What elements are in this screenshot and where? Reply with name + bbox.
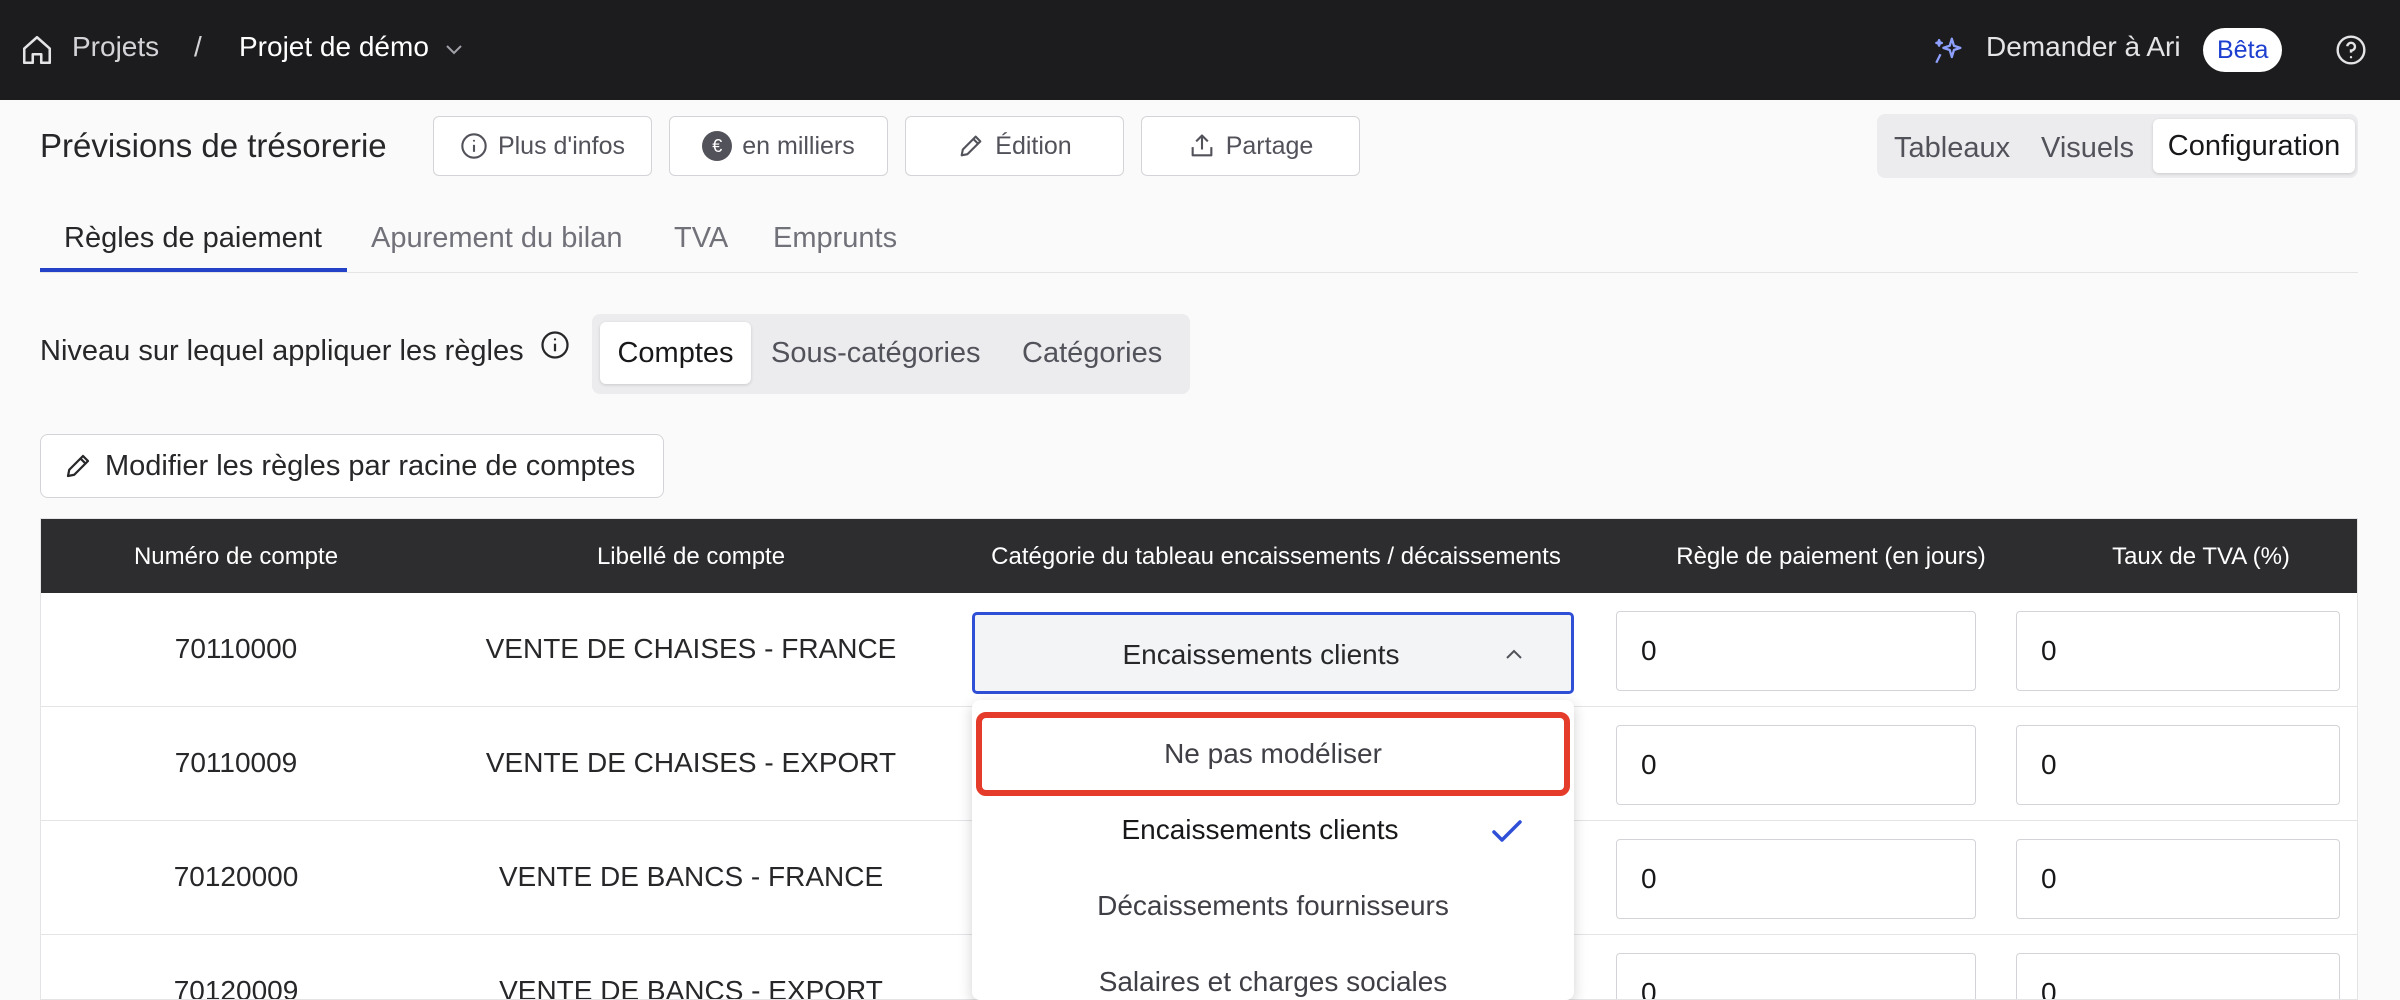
payment-days-input[interactable]: 0	[1616, 725, 1976, 805]
account-number: 70110009	[174, 747, 298, 778]
share-label: Partage	[1225, 131, 1314, 160]
table-header: Numéro de compte Libellé de compte Catég…	[41, 519, 2357, 593]
column-header-account-number: Numéro de compte	[133, 543, 339, 570]
pencil-icon	[66, 454, 90, 478]
account-label: VENTE DE BANCS - EXPORT	[499, 975, 883, 1000]
level-option-subcategories[interactable]: Sous-catégories	[771, 337, 981, 370]
vat-rate-input[interactable]: 0	[2016, 839, 2340, 919]
dropdown-option-customer-receipts[interactable]: Encaissements clients	[972, 814, 1548, 846]
ask-ari-button[interactable]: Demander à Ari	[1986, 31, 2181, 63]
pencil-icon	[960, 135, 982, 157]
account-number: 70110000	[174, 633, 298, 664]
beta-badge: Bêta	[2203, 28, 2283, 72]
tab-balance-clearing[interactable]: Apurement du bilan	[371, 222, 623, 255]
dropdown-option-salaries[interactable]: Salaires et charges sociales	[972, 966, 1574, 998]
chevron-up-icon	[1506, 649, 1522, 659]
edit-rules-by-root-button[interactable]: Modifier les règles par racine de compte…	[40, 434, 664, 498]
category-select-value: Encaissements clients	[1122, 639, 1400, 670]
vat-rate-input[interactable]: 0	[2016, 611, 2340, 691]
edit-button[interactable]: Édition	[905, 116, 1124, 176]
dropdown-option-supplier-payments[interactable]: Décaissements fournisseurs	[972, 890, 1574, 922]
dropdown-option-do-not-model[interactable]: Ne pas modéliser	[972, 738, 1574, 770]
payment-days-input[interactable]: 0	[1616, 611, 1976, 691]
currency-unit-label: en milliers	[742, 131, 855, 160]
account-number: 70120000	[173, 861, 299, 892]
check-icon	[1492, 820, 1522, 842]
account-label: VENTE DE CHAISES - FRANCE	[485, 633, 897, 664]
page-title: Prévisions de trésorerie	[40, 127, 387, 164]
payment-days-input[interactable]: 0	[1616, 953, 1976, 999]
level-option-categories[interactable]: Catégories	[1022, 337, 1162, 370]
share-icon	[1191, 134, 1213, 157]
euro-icon: €	[702, 131, 733, 161]
vat-rate-input[interactable]: 0	[2016, 953, 2340, 999]
active-tab-indicator	[40, 268, 347, 272]
more-info-button[interactable]: Plus d'infos	[433, 116, 652, 176]
category-select[interactable]: Encaissements clients	[972, 612, 1574, 694]
help-icon[interactable]	[2335, 34, 2367, 66]
top-bar: Projets / Projet de démo Demander à Ari …	[0, 0, 2400, 100]
currency-unit-button[interactable]: € en milliers	[669, 116, 888, 176]
column-header-vat-rate: Taux de TVA (%)	[2112, 543, 2290, 570]
column-header-category: Catégorie du tableau encaissements / déc…	[991, 543, 1561, 570]
sparkle-icon[interactable]	[1932, 33, 1966, 67]
tabs-divider	[40, 272, 2358, 273]
tab-vat[interactable]: TVA	[674, 222, 728, 255]
edit-rules-label: Modifier les règles par racine de compte…	[105, 449, 636, 482]
breadcrumb-separator: /	[194, 31, 202, 62]
payment-days-input[interactable]: 0	[1616, 839, 1976, 919]
chevron-down-icon[interactable]	[444, 42, 464, 56]
account-label: VENTE DE BANCS - FRANCE	[498, 861, 884, 892]
share-button[interactable]: Partage	[1141, 116, 1360, 176]
category-dropdown-menu: Ne pas modéliser Encaissements clients D…	[972, 700, 1574, 1000]
vat-rate-input[interactable]: 0	[2016, 725, 2340, 805]
home-icon[interactable]	[20, 33, 54, 67]
more-info-label: Plus d'infos	[497, 131, 626, 160]
info-icon	[461, 133, 487, 159]
tab-loans[interactable]: Emprunts	[773, 222, 897, 255]
view-tab-visuals[interactable]: Visuels	[2041, 132, 2134, 165]
level-option-accounts[interactable]: Comptes	[600, 322, 751, 384]
breadcrumb-project-name[interactable]: Projet de démo	[239, 31, 429, 63]
account-number: 70120009	[173, 975, 299, 1000]
view-tab-configuration[interactable]: Configuration	[2153, 119, 2355, 173]
tab-payment-rules[interactable]: Règles de paiement	[64, 222, 322, 255]
column-header-account-label: Libellé de compte	[596, 543, 786, 570]
edit-label: Édition	[995, 131, 1072, 160]
account-label: VENTE DE CHAISES - EXPORT	[485, 747, 897, 778]
level-label: Niveau sur lequel appliquer les règles	[40, 335, 524, 367]
info-icon[interactable]	[540, 330, 570, 360]
breadcrumb-projects[interactable]: Projets	[72, 31, 159, 63]
column-header-payment-rule: Règle de paiement (en jours)	[1676, 543, 1986, 570]
view-tab-tables[interactable]: Tableaux	[1894, 132, 2010, 165]
